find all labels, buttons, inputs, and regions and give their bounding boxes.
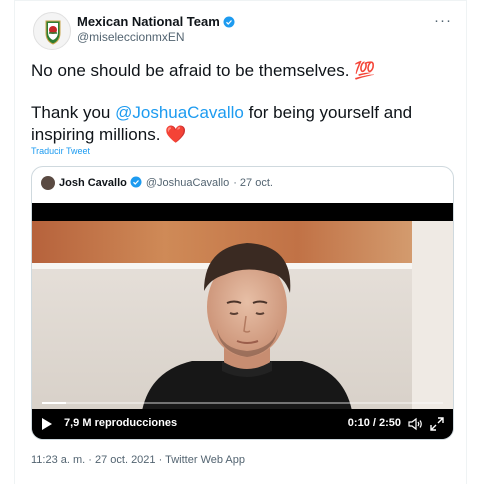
avatar[interactable] <box>33 12 71 50</box>
tweet-text-part: No one should be afraid to be themselves… <box>31 61 355 80</box>
video-time: 0:10 / 2:50 <box>347 417 401 429</box>
mention-link[interactable]: @JoshuaCavallo <box>115 103 244 122</box>
crest-icon <box>45 20 61 45</box>
hundred-points-icon: 💯 <box>354 61 376 80</box>
quoted-tweet[interactable]: Josh Cavallo @JoshuaCavallo · 27 oct. 7,… <box>31 166 454 440</box>
author-name[interactable]: Mexican National Team <box>77 14 235 29</box>
quoted-author-name[interactable]: Josh Cavallo <box>59 177 127 189</box>
progress-fill <box>42 402 67 404</box>
play-icon[interactable] <box>42 418 52 430</box>
quoted-header: Josh Cavallo @JoshuaCavallo · 27 oct. <box>59 176 273 189</box>
view-count: 7,9 M reproducciones <box>64 417 178 429</box>
heart-icon: ❤️ <box>165 125 187 144</box>
author-name-text: Mexican National Team <box>77 14 220 29</box>
video-thumbnail <box>32 221 453 409</box>
fullscreen-icon[interactable] <box>429 416 445 432</box>
more-options-icon[interactable]: ··· <box>434 12 452 29</box>
progress-bar[interactable] <box>42 402 443 404</box>
tweet-text-line1: No one should be afraid to be themselves… <box>31 60 375 82</box>
video-player[interactable]: 7,9 M reproducciones 0:10 / 2:50 <box>32 203 453 439</box>
verified-icon <box>223 16 235 28</box>
author-handle[interactable]: @miseleccionmxEN <box>77 30 185 44</box>
video-frame[interactable] <box>32 221 453 409</box>
quoted-date: · 27 oct. <box>233 177 273 189</box>
tweet-text-part: Thank you <box>31 103 116 122</box>
divider <box>15 0 466 1</box>
translate-link[interactable]: Traducir Tweet <box>31 146 90 156</box>
tweet-text-line2: Thank you @JoshuaCavallo for being yours… <box>31 102 451 146</box>
verified-icon <box>130 176 142 188</box>
tweet-card: Mexican National Team @miseleccionmxEN ·… <box>14 0 467 484</box>
quoted-author-handle[interactable]: @JoshuaCavallo <box>146 177 229 189</box>
volume-icon[interactable] <box>407 416 423 432</box>
video-controls: 7,9 M reproducciones 0:10 / 2:50 <box>32 402 453 439</box>
quoted-avatar[interactable] <box>41 176 55 190</box>
tweet-timestamp[interactable]: 11:23 a. m. · 27 oct. 2021 · Twitter Web… <box>31 454 245 466</box>
